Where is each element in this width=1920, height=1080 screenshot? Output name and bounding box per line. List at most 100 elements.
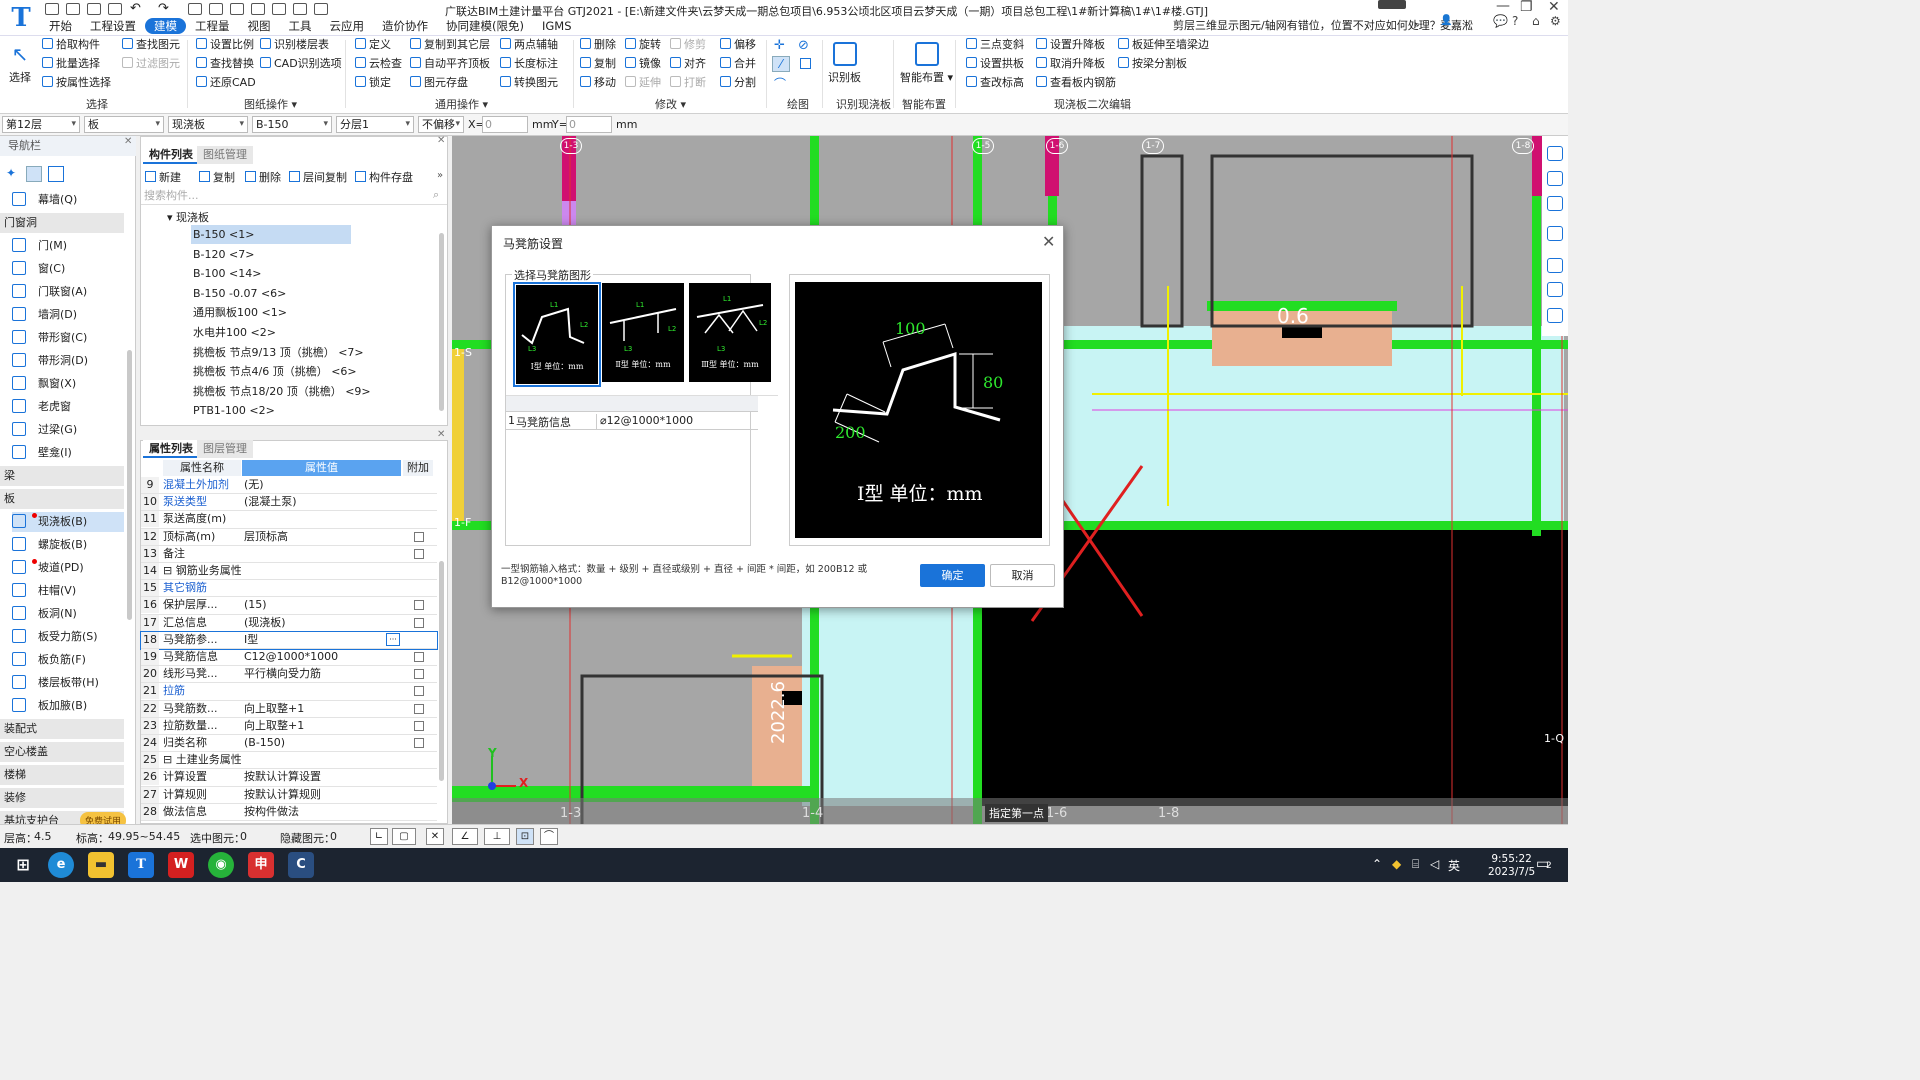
ribbon-button[interactable]: 自动平齐顶板 [410,57,490,71]
toolbar-button[interactable]: 构件存盘 [355,169,413,185]
ribbon-button[interactable]: 三点变斜 [966,38,1024,52]
grid-icon[interactable] [251,3,265,15]
nav-category[interactable]: 板 [0,489,124,509]
ribbon-button[interactable]: 延伸 [625,76,661,90]
ribbon-button[interactable]: 两点辅轴 [500,38,558,52]
property-row[interactable]: 21 拉筋 [141,683,437,701]
nav-category[interactable]: 装修 [0,788,124,808]
more-options-icon[interactable]: ··· [386,632,400,646]
ribbon-button[interactable]: 移动 [580,76,616,90]
notes-icon[interactable] [1547,308,1563,323]
nav-item[interactable]: 壁龛(I) [12,443,72,463]
extra-checkbox[interactable] [414,738,424,748]
property-row[interactable]: 26 计算设置 按默认计算设置 [141,769,437,787]
property-value[interactable]: (B-150) [244,735,400,751]
clock[interactable]: 9:55:22 2023/7/5 [1488,853,1535,879]
property-value[interactable]: 向上取整+1 [244,718,400,734]
ribbon-button[interactable]: 修剪 [670,38,706,52]
component-search-input[interactable]: 搜索构件... [141,187,447,205]
property-value[interactable]: 层顶标高 [244,529,400,545]
type2-thumbnail[interactable]: L1 L2 L3 Ⅱ型 单位：mm [602,283,684,382]
dynamic-input-icon[interactable]: ⊡ [516,828,534,845]
angle-icon[interactable]: ∠ [452,828,478,845]
detail-view-icon[interactable] [48,166,64,182]
property-value[interactable]: 向上取整+1 [244,701,400,717]
chevron-up-icon[interactable]: ⌃ [1372,857,1382,871]
property-value[interactable]: (现浇板) [244,615,400,631]
property-row[interactable]: 28 做法信息 按构件做法 [141,803,437,821]
ribbon-button[interactable]: CAD识别选项 [260,57,342,71]
y-input[interactable]: 0 [566,116,612,133]
toolbar-button[interactable]: 新建 [145,169,181,185]
type-select[interactable]: 板 [84,116,164,133]
gtj-app-icon[interactable]: T [128,852,154,878]
property-value[interactable]: (混凝土泵) [244,494,400,510]
ribbon-button[interactable]: 转换图元 [500,76,558,90]
ribbon-button[interactable]: 识别楼层表 [260,38,329,52]
list-view-icon[interactable] [26,166,42,182]
nav-item[interactable]: 过梁(G) [12,420,77,440]
ribbon-button[interactable]: 定义 [355,38,391,52]
ribbon-button[interactable]: 复制 [580,57,616,71]
menu-item-8[interactable]: 协同建模(限免) [437,18,533,34]
property-row[interactable]: 18 马凳筋参... Ⅰ型 ··· [140,630,438,650]
close-icon[interactable]: ✕ [1548,0,1560,15]
arc-tool-icon[interactable]: ⌒ [774,75,786,92]
property-row[interactable]: 15 其它钢筋 [141,580,437,598]
ribbon-button[interactable]: 取消升降板 [1036,57,1105,71]
app-icon[interactable]: 申 [248,852,274,878]
ribbon-button[interactable]: 对齐 [670,57,706,71]
ime-label[interactable]: 英 [1448,857,1460,874]
cad-icon[interactable] [188,3,202,15]
property-value[interactable]: C12@1000*1000 [244,649,400,665]
floor-select[interactable]: 第12层 [2,116,80,133]
property-value[interactable]: (15) [244,597,400,613]
nav-item[interactable]: 墙洞(D) [12,305,77,325]
wechat-icon[interactable]: ◉ [208,852,234,878]
ribbon-button[interactable]: 复制到其它层 [410,38,490,52]
property-row[interactable]: 11 泵送高度(m) [141,511,437,529]
minimize-icon[interactable]: — [1496,0,1510,14]
rect-tool-icon[interactable] [800,58,811,69]
ribbon-button[interactable]: 图元存盘 [410,76,468,90]
top-view-icon[interactable] [1547,171,1563,186]
menu-item-3[interactable]: 工程量 [186,18,239,34]
toolbar-button[interactable]: 复制 [199,169,235,185]
menu-item-6[interactable]: 云应用 [321,18,374,34]
ribbon-button[interactable]: 查找图元 [122,38,180,52]
ribbon-button[interactable]: 锁定 [355,76,391,90]
save-icon[interactable] [108,3,122,15]
nav-category[interactable]: 梁 [0,466,124,486]
type1-thumbnail[interactable]: L1 L2 L3 Ⅰ型 单位：mm [513,282,601,387]
scrollbar[interactable] [439,561,444,781]
property-row[interactable]: 10 泵送类型 (混凝土泵) [141,494,437,512]
extra-checkbox[interactable] [414,686,424,697]
ribbon-button[interactable]: 偏移 [720,38,756,52]
tree-item[interactable]: 挑檐板 节点4/6 顶（挑檐） <6> [191,362,357,381]
table-icon[interactable] [272,3,286,15]
view-3d-icon[interactable] [1547,146,1563,161]
undo-icon[interactable]: ↶ [130,1,141,16]
property-row[interactable]: 27 计算规则 按默认计算规则 [141,786,437,804]
nav-category[interactable]: 装配式 [0,719,124,739]
tree-item[interactable]: B-120 <7> [191,245,254,264]
snap-icon[interactable]: ▢ [392,828,416,845]
menu-item-1[interactable]: 工程设置 [81,18,145,34]
extra-checkbox[interactable] [414,652,424,662]
tree-item[interactable]: B-150 <1> [191,225,351,244]
chat-icon[interactable]: 💬 [1493,14,1508,28]
tree-item[interactable]: 挑檐板 节点18/20 顶（挑檐） <9> [191,382,371,401]
extra-checkbox[interactable] [414,600,424,611]
ribbon-button[interactable]: 拾取构件 [42,38,100,52]
nav-item[interactable]: 板洞(N) [12,604,77,624]
ribbon-button[interactable]: 旋转 [625,38,661,52]
list-icon[interactable] [293,3,307,15]
component-select[interactable]: B-150 [252,116,332,133]
property-row[interactable]: 20 线形马凳... 平行横向受力筋 [141,666,437,684]
property-row[interactable]: 22 马凳筋数... 向上取整+1 [141,700,437,718]
network-icon[interactable]: ⌸ [1412,857,1419,872]
new-file-icon[interactable] [45,3,59,15]
ok-button[interactable]: 确定 [920,564,985,587]
point-icon[interactable]: ✛ [774,38,785,53]
more-icon[interactable]: » [437,170,443,181]
